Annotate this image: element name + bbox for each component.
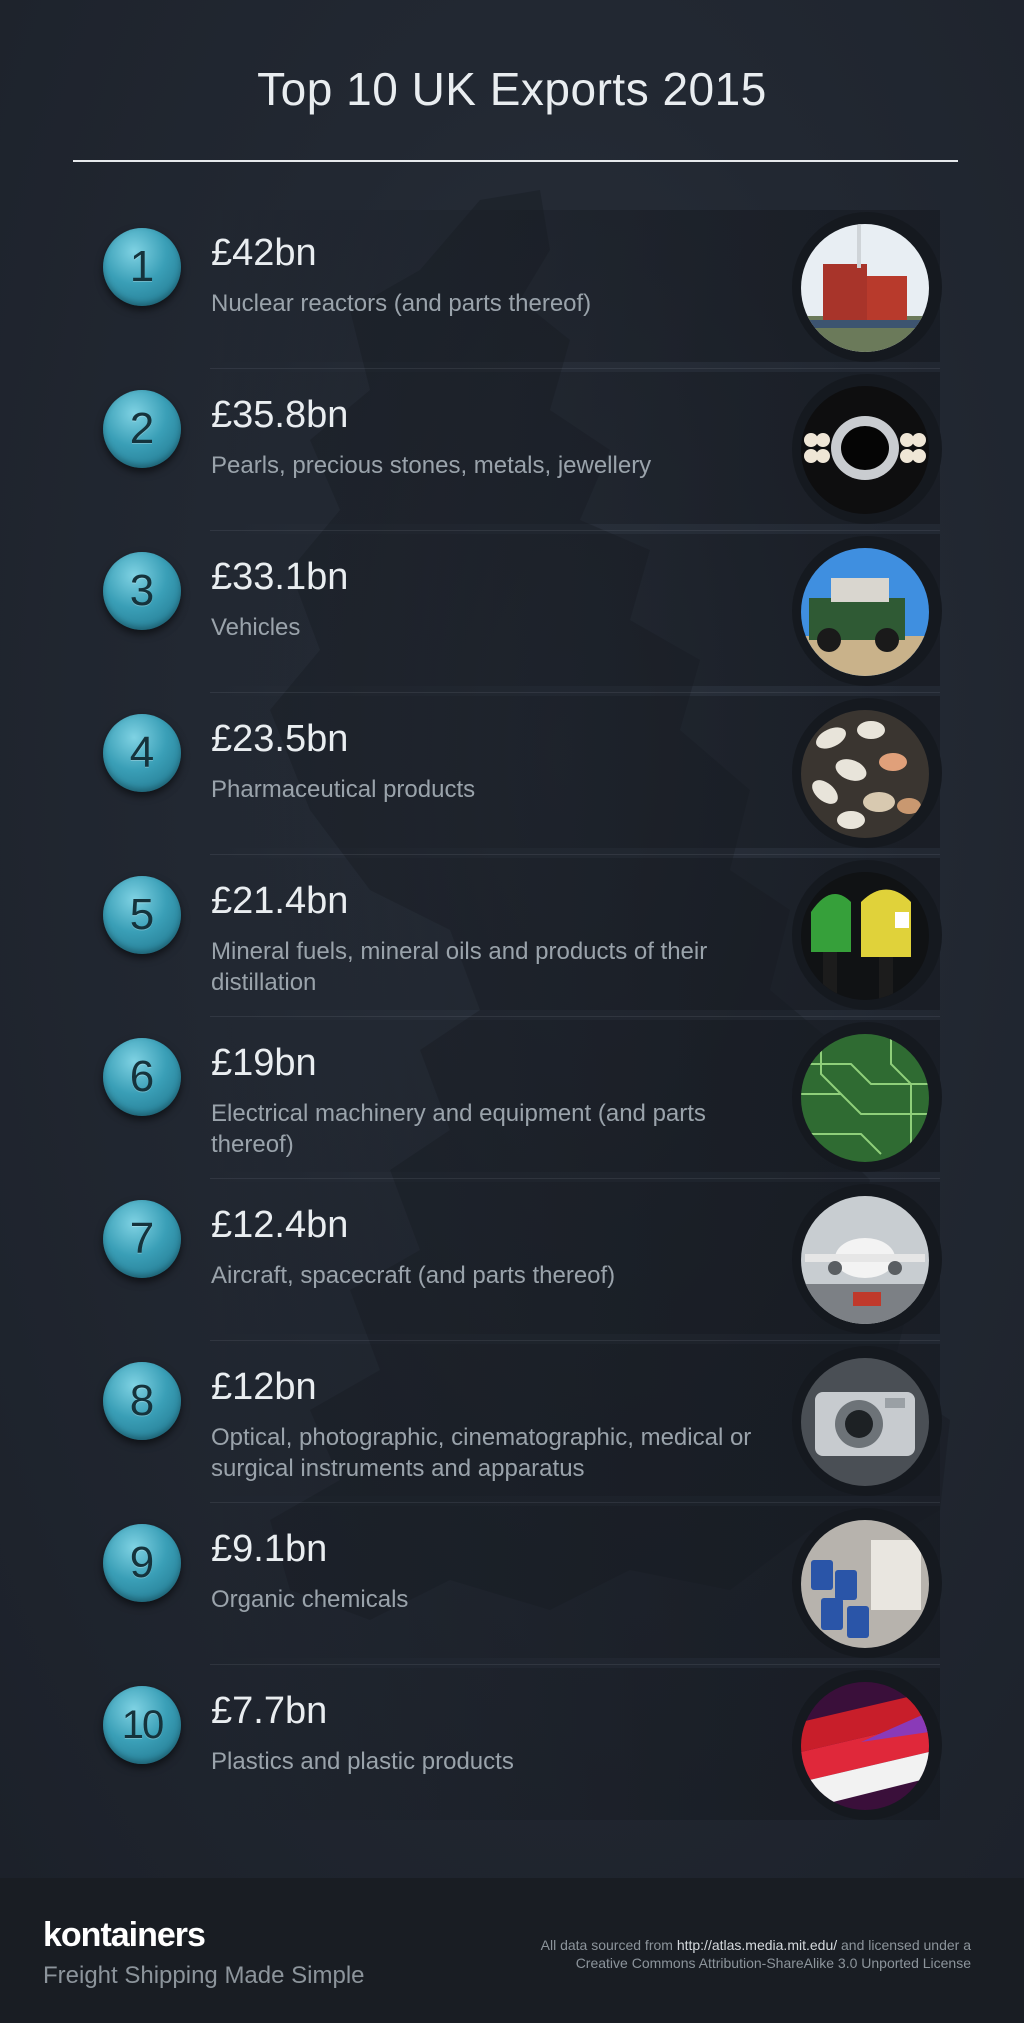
row-divider xyxy=(210,854,940,855)
export-value: £12.4bn xyxy=(211,1204,349,1246)
export-item: 4 £23.5bn Pharmaceutical products xyxy=(0,696,1024,858)
source-attribution: All data sourced from http://atlas.media… xyxy=(451,1936,971,1972)
export-description: Aircraft, spacecraft (and parts thereof) xyxy=(211,1262,616,1289)
export-item: 8 £12bn Optical, photographic, cinematog… xyxy=(0,1344,1024,1506)
row-divider xyxy=(210,1664,940,1665)
rank-badge: 2 xyxy=(103,390,181,468)
export-value: £12bn xyxy=(211,1366,317,1408)
fuel-nozzles-image xyxy=(801,872,929,1000)
rank-number: 9 xyxy=(129,1538,155,1587)
aircraft-image xyxy=(801,1196,929,1324)
row-divider xyxy=(210,1502,940,1503)
source-suffix: and licensed under a xyxy=(837,1937,971,1953)
rank-number: 5 xyxy=(129,890,155,939)
nuclear-power-plant-image xyxy=(801,224,929,352)
license-text: Creative Commons Attribution-ShareAlike … xyxy=(575,1955,971,1971)
chemical-drums-image xyxy=(801,1520,929,1648)
export-item: 3 £33.1bn Vehicles xyxy=(0,534,1024,696)
export-item: 2 £35.8bn Pearls, precious stones, metal… xyxy=(0,372,1024,534)
source-prefix: All data sourced from xyxy=(540,1937,677,1953)
export-description: Pharmaceutical products xyxy=(211,776,476,803)
export-description: Electrical machinery and equipment (and … xyxy=(211,1100,706,1158)
export-item: 10 £7.7bn Plastics and plastic products xyxy=(0,1668,1024,1830)
row-divider xyxy=(210,692,940,693)
rank-number: 1 xyxy=(129,242,155,291)
export-description: Mineral fuels, mineral oils and products… xyxy=(211,938,708,996)
rank-badge: 10 xyxy=(103,1686,181,1764)
rank-badge: 7 xyxy=(103,1200,181,1278)
rank-number: 4 xyxy=(129,728,155,777)
export-value: £35.8bn xyxy=(211,394,349,436)
rank-badge: 8 xyxy=(103,1362,181,1440)
camera-image xyxy=(801,1358,929,1486)
row-divider xyxy=(210,368,940,369)
row-divider xyxy=(210,1340,940,1341)
page-title: Top 10 UK Exports 2015 xyxy=(257,63,767,115)
rank-badge: 6 xyxy=(103,1038,181,1116)
row-divider xyxy=(210,1016,940,1017)
rank-badge: 4 xyxy=(103,714,181,792)
brand-tagline: Freight Shipping Made Simple xyxy=(43,1962,365,1989)
export-description: Organic chemicals xyxy=(211,1586,409,1613)
plastic-items-image xyxy=(801,1682,929,1810)
export-description: Pearls, precious stones, metals, jewelle… xyxy=(211,452,652,479)
infographic-page: Top 10 UK Exports 2015 1 £42bn Nuclear r… xyxy=(0,0,1024,1878)
rank-badge: 9 xyxy=(103,1524,181,1602)
land-rover-image xyxy=(801,548,929,676)
export-description: Vehicles xyxy=(211,614,301,641)
rank-number: 3 xyxy=(129,566,155,615)
export-item: 6 £19bn Electrical machinery and equipme… xyxy=(0,1020,1024,1182)
export-description: Nuclear reactors (and parts thereof) xyxy=(211,290,592,317)
brand-logo[interactable]: kontainers xyxy=(43,1916,206,1955)
export-value: £42bn xyxy=(211,232,317,274)
export-description: Plastics and plastic products xyxy=(211,1748,514,1775)
footer: kontainers Freight Shipping Made Simple … xyxy=(0,1878,1024,2023)
rank-number: 2 xyxy=(129,404,155,453)
export-item: 1 £42bn Nuclear reactors (and parts ther… xyxy=(0,210,1024,372)
rank-number: 10 xyxy=(121,1702,164,1747)
export-item: 9 £9.1bn Organic chemicals xyxy=(0,1506,1024,1668)
title-divider xyxy=(73,160,958,162)
export-description: Optical, photographic, cinematographic, … xyxy=(211,1424,752,1482)
row-divider xyxy=(210,530,940,531)
source-link[interactable]: http://atlas.media.mit.edu/ xyxy=(677,1937,837,1953)
rank-number: 7 xyxy=(129,1214,155,1263)
rank-badge: 1 xyxy=(103,228,181,306)
export-value: £21.4bn xyxy=(211,880,349,922)
rank-badge: 3 xyxy=(103,552,181,630)
circuit-board-image xyxy=(801,1034,929,1162)
export-value: £7.7bn xyxy=(211,1690,328,1732)
rank-badge: 5 xyxy=(103,876,181,954)
export-value: £9.1bn xyxy=(211,1528,328,1570)
export-value: £19bn xyxy=(211,1042,317,1084)
export-value: £23.5bn xyxy=(211,718,349,760)
rank-number: 6 xyxy=(129,1052,155,1101)
pills-image xyxy=(801,710,929,838)
export-item: 7 £12.4bn Aircraft, spacecraft (and part… xyxy=(0,1182,1024,1344)
rank-number: 8 xyxy=(129,1376,155,1425)
row-divider xyxy=(210,1178,940,1179)
jewellery-brooch-image xyxy=(801,386,929,514)
export-value: £33.1bn xyxy=(211,556,349,598)
export-item: 5 £21.4bn Mineral fuels, mineral oils an… xyxy=(0,858,1024,1020)
